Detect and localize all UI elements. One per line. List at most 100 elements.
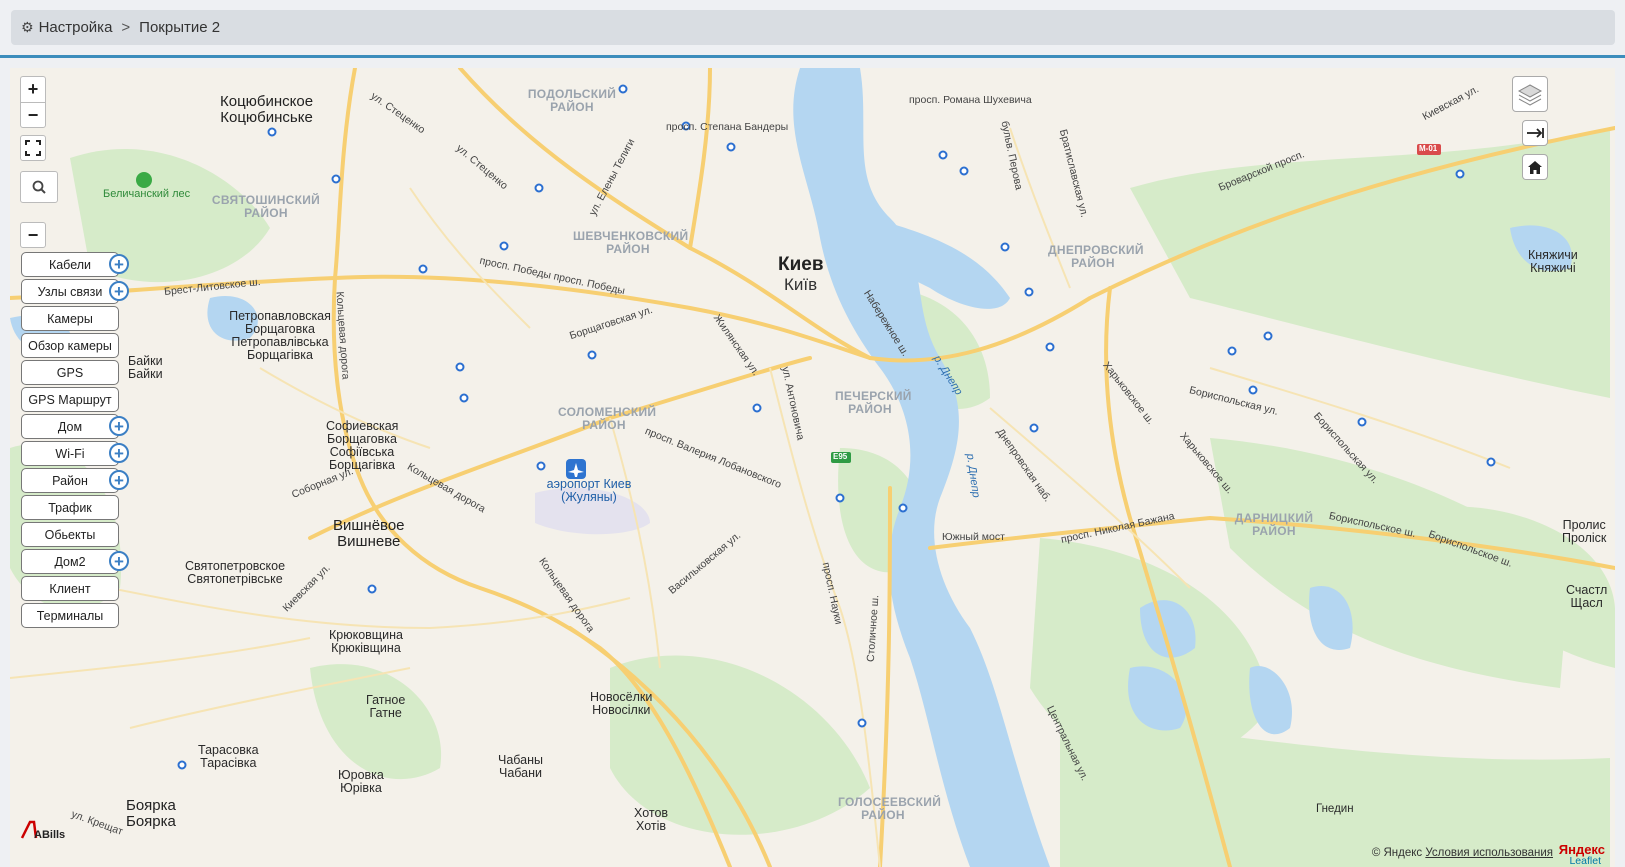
shield-e95: E95: [833, 452, 848, 461]
layers-collapse-button[interactable]: −: [20, 222, 46, 248]
label-st-yuzhny: Южный мост: [942, 531, 1005, 543]
map-view[interactable]: Коцюбинское Коцюбинське Беличанский лес …: [10, 68, 1615, 867]
label-petropavl-ru: Петропавловская Борщаговка: [229, 309, 331, 337]
label-yurovka-ua: Юрівка: [340, 781, 382, 796]
layer-button[interactable]: Клиент: [21, 576, 119, 601]
layer-button[interactable]: Узлы связи: [21, 279, 119, 304]
label-airport: аэропорт Киев (Жуляны): [546, 477, 632, 505]
header-divider: [0, 55, 1625, 58]
label-baykiy-ua: Байки: [128, 367, 163, 382]
label-kotsyubinske: Коцюбинское Коцюбинське: [220, 94, 313, 126]
label-svyatopetr-ua: Святопетрівське: [187, 572, 283, 587]
label-kotsyubinske-ru: Коцюбинское: [220, 93, 314, 110]
abills-logo: ABills: [20, 818, 68, 847]
label-schastl-ua: Щасл: [1570, 596, 1603, 611]
label-kryukovschina-ua: Крюківщина: [331, 641, 401, 656]
label-tarasovka: Тарасовка Тарасівка: [198, 743, 259, 771]
label-baykiy: Байки Байки: [128, 354, 163, 382]
label-boyarka-ru: Боярка: [126, 797, 176, 814]
label-shevchenkovsky: ШЕВЧЕНКОВСКИЙ РАЙОН: [573, 229, 689, 256]
layer-button[interactable]: Wi-Fi: [21, 441, 119, 466]
fullscreen-icon: [25, 140, 41, 156]
label-novosyolki-ua: Новосілки: [592, 703, 651, 718]
expand-plus-icon[interactable]: +: [109, 443, 129, 463]
label-knyazhichi-ua: Княжичі: [1530, 261, 1576, 276]
label-prolis-ua: Проліск: [1562, 531, 1607, 546]
search-icon: [32, 180, 46, 194]
layers-icon: [1517, 84, 1543, 106]
label-sofievskaya-ua: Софіївська Борщагівка: [328, 445, 395, 473]
layer-button[interactable]: Дом2: [21, 549, 119, 574]
measure-button[interactable]: [1522, 120, 1548, 146]
expand-plus-icon[interactable]: +: [109, 551, 129, 571]
map-attribution: © Яндекс Условия использования: [1372, 847, 1553, 859]
search-button[interactable]: [20, 171, 58, 203]
label-gatnoe: Гатное Гатне: [366, 693, 405, 721]
breadcrumb-root[interactable]: Настройка: [39, 19, 113, 36]
label-kryukovschina: Крюковщина Крюківщина: [329, 628, 403, 656]
label-schastl: Счастл Щасл: [1566, 583, 1607, 611]
layer-button[interactable]: Камеры: [21, 306, 119, 331]
label-yurovka: Юровка Юрівка: [338, 768, 384, 796]
expand-plus-icon[interactable]: +: [109, 254, 129, 274]
label-goloseevsky: ГОЛОСЕЕВСКИЙ РАЙОН: [838, 795, 942, 822]
label-svyatoshinsky: СВЯТОШИНСКИЙ РАЙОН: [211, 193, 321, 220]
layer-button[interactable]: Обьекты: [21, 522, 119, 547]
label-knyazhichi: Княжичи Княжичі: [1528, 248, 1578, 276]
label-st-bandery: просп. Степана Бандеры: [666, 121, 789, 133]
layer-button[interactable]: GPS: [21, 360, 119, 385]
label-khotov-ua: Хотів: [636, 819, 667, 834]
label-vishnevoe-ua: Вишневе: [337, 532, 401, 550]
layer-button[interactable]: Трафик: [21, 495, 119, 520]
abills-logo-text: ABills: [34, 829, 65, 841]
expand-plus-icon[interactable]: +: [109, 281, 129, 301]
arrow-right-bar-icon: [1527, 128, 1544, 138]
label-svyatopetr: Святопетровское Святопетрівське: [185, 559, 285, 587]
attribution-yandex: © Яндекс: [1371, 847, 1423, 859]
breadcrumb-separator: >: [121, 19, 131, 36]
label-dneprovsky: ДНЕПРОВСКИЙ РАЙОН: [1048, 243, 1144, 270]
label-tarasovka-ua: Тарасівка: [200, 756, 257, 771]
label-vishnevoe: Вишнёвое Вишневе: [333, 518, 405, 550]
label-kyiv-ua: Київ: [784, 275, 818, 294]
label-sofievskaya: Софиевская Борщаговка Софіївська Борщагі…: [326, 419, 398, 473]
home-icon: [1528, 160, 1542, 174]
park-marker-icon: [136, 172, 152, 188]
expand-plus-icon[interactable]: +: [109, 470, 129, 490]
layer-button[interactable]: Обзор камеры: [21, 333, 119, 358]
label-petropavl: Петропавловская Борщаговка Петропавлівсь…: [222, 309, 338, 363]
label-khotov: Хотов Хотів: [634, 806, 668, 834]
label-st-shukhevycha: просп. Романа Шухевича: [909, 94, 1032, 106]
label-boyarka: Боярка Боярка: [126, 798, 176, 830]
label-chabany: Чабаны Чабани: [498, 753, 543, 780]
breadcrumb: ⚙ Настройка > Покрытие 2: [11, 10, 1615, 45]
expand-plus-icon[interactable]: +: [109, 416, 129, 436]
label-gnedin: Гнедин: [1316, 803, 1354, 815]
label-novosyolki: Новосёлки Новосілки: [590, 690, 652, 718]
layer-button[interactable]: GPS Маршрут: [21, 387, 119, 412]
layers-switcher-button[interactable]: [1512, 76, 1548, 112]
terms-link[interactable]: Условия использования: [1425, 847, 1553, 859]
label-solomensky: СОЛОМЕНСКИЙ РАЙОН: [558, 405, 657, 432]
label-darnitsky: ДАРНИЦКИЙ РАЙОН: [1234, 511, 1314, 538]
gear-icon: ⚙: [21, 19, 34, 35]
label-belichansky: Беличанский лес: [103, 188, 191, 200]
zoom-in-button[interactable]: +: [20, 76, 46, 102]
label-gatnoe-ua: Гатне: [369, 706, 402, 721]
label-kyiv-ru: Киев: [778, 254, 824, 275]
shield-m01: M-01: [1419, 144, 1438, 153]
home-button[interactable]: [1522, 154, 1548, 180]
label-prolis: Пролис Проліск: [1562, 518, 1607, 546]
label-boyarka-ua: Боярка: [126, 812, 176, 830]
layer-button[interactable]: Терминалы: [21, 603, 119, 628]
layer-button[interactable]: Дом: [21, 414, 119, 439]
abills-logo-icon: ABills: [20, 820, 65, 841]
layer-button[interactable]: Район: [21, 468, 119, 493]
label-podolsky: ПОДОЛЬСКИЙ РАЙОН: [527, 87, 617, 114]
label-vishnevoe-ru: Вишнёвое: [333, 517, 405, 534]
leaflet-link[interactable]: Leaflet: [1569, 855, 1601, 867]
breadcrumb-current: Покрытие 2: [139, 19, 221, 36]
layer-button[interactable]: Кабели: [21, 252, 119, 277]
zoom-out-button[interactable]: −: [20, 102, 46, 128]
fullscreen-button[interactable]: [20, 135, 46, 161]
